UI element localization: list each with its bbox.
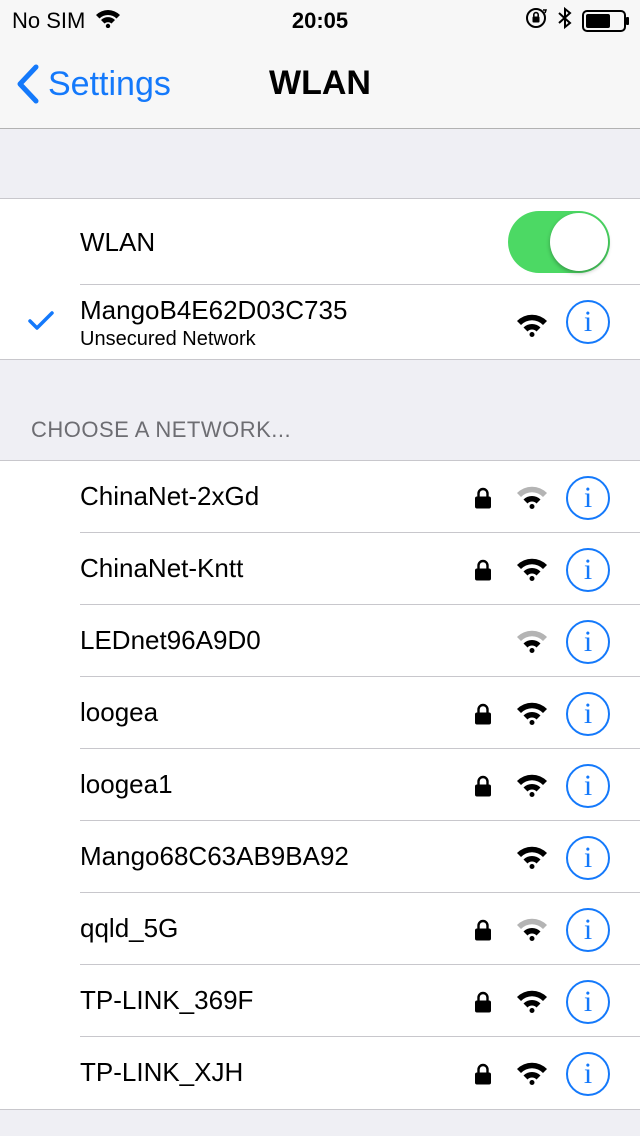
wifi-signal-icon <box>516 1061 548 1090</box>
wifi-signal-icon <box>516 557 548 586</box>
network-name: ChinaNet-Kntt <box>80 553 244 583</box>
network-name: ChinaNet-2xGd <box>80 481 260 511</box>
network-row[interactable]: ChinaNet-2xGd i <box>0 461 640 533</box>
wlan-group: WLAN MangoB4E62D03C735 Unsecured Network… <box>0 198 640 360</box>
wifi-signal-icon <box>516 313 548 342</box>
network-info-button[interactable]: i <box>566 764 610 808</box>
wifi-signal-icon <box>516 917 548 946</box>
network-row[interactable]: qqld_5G i <box>0 893 640 965</box>
network-name: loogea <box>80 697 159 727</box>
page-title: WLAN <box>269 64 371 102</box>
lock-icon <box>474 991 492 1018</box>
network-name: loogea1 <box>80 769 173 799</box>
lock-icon <box>474 487 492 514</box>
lock-icon <box>474 559 492 586</box>
battery-icon <box>582 9 629 32</box>
network-name: TP-LINK_369F <box>80 985 254 1015</box>
wifi-signal-icon <box>516 845 548 874</box>
wlan-label: WLAN <box>80 227 156 257</box>
network-row[interactable]: loogea i <box>0 677 640 749</box>
network-name: qqld_5G <box>80 913 179 943</box>
wifi-signal-icon <box>516 773 548 802</box>
section-header: CHOOSE A NETWORK... <box>31 417 292 442</box>
wifi-signal-icon <box>516 701 548 730</box>
lock-icon <box>474 1063 492 1090</box>
wlan-toggle[interactable] <box>508 211 610 273</box>
connected-network-name: MangoB4E62D03C735 <box>80 295 348 325</box>
network-row[interactable]: TP-LINK_369F i <box>0 965 640 1037</box>
network-list: ChinaNet-2xGd i ChinaNet-Kntt i LEDnet96A9D0… <box>0 460 640 1110</box>
network-info-button[interactable]: i <box>566 620 610 664</box>
checkmark-icon <box>28 311 54 336</box>
wifi-signal-icon <box>516 629 548 658</box>
network-info-button[interactable]: i <box>566 300 610 344</box>
lock-icon <box>474 775 492 802</box>
network-name: TP-LINK_XJH <box>80 1057 244 1087</box>
network-row[interactable]: LEDnet96A9D0 i <box>0 605 640 677</box>
lock-icon <box>474 703 492 730</box>
network-info-button[interactable]: i <box>566 836 610 880</box>
connected-network-security: Unsecured Network <box>80 328 256 350</box>
network-info-button[interactable]: i <box>566 548 610 592</box>
toggle-knob <box>550 213 608 271</box>
network-name: Mango68C63AB9BA92 <box>80 841 349 871</box>
network-info-button[interactable]: i <box>566 476 610 520</box>
connected-network-row[interactable]: MangoB4E62D03C735 Unsecured Network i <box>0 285 640 359</box>
network-row[interactable]: Mango68C63AB9BA92 i <box>0 821 640 893</box>
bluetooth-icon <box>558 6 572 35</box>
network-info-button[interactable]: i <box>566 1052 610 1096</box>
network-row[interactable]: TP-LINK_XJH i <box>0 1037 640 1109</box>
network-name: LEDnet96A9D0 <box>80 625 261 655</box>
navigation-bar: Settings WLAN <box>0 40 640 129</box>
rotation-lock-icon <box>524 6 548 35</box>
wlan-toggle-row: WLAN <box>0 199 640 285</box>
network-row[interactable]: loogea1 i <box>0 749 640 821</box>
network-info-button[interactable]: i <box>566 908 610 952</box>
lock-icon <box>474 919 492 946</box>
network-info-button[interactable]: i <box>566 692 610 736</box>
wifi-signal-icon <box>516 485 548 514</box>
status-bar: No SIM 20:05 <box>0 0 640 40</box>
network-info-button[interactable]: i <box>566 980 610 1024</box>
network-row[interactable]: ChinaNet-Kntt i <box>0 533 640 605</box>
wifi-signal-icon <box>516 989 548 1018</box>
